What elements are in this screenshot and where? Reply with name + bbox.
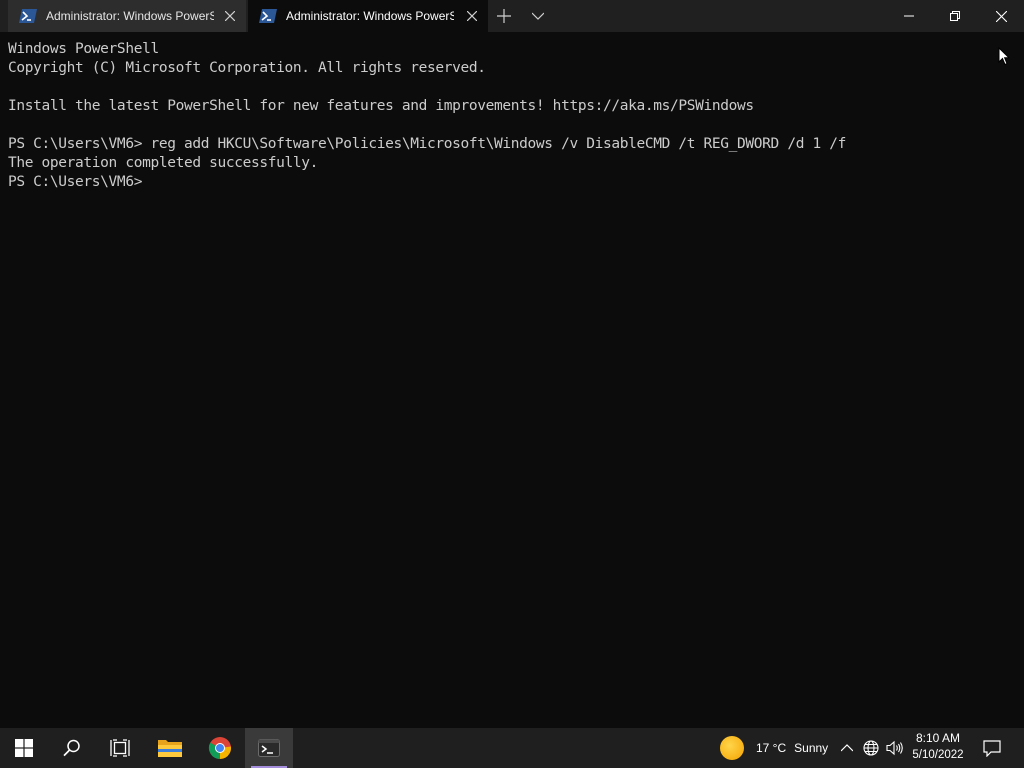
terminal-line: Install the latest PowerShell for new fe… <box>8 98 754 114</box>
powershell-icon <box>259 7 277 25</box>
task-view-icon <box>110 739 130 757</box>
terminal-output[interactable]: Windows PowerShell Copyright (C) Microso… <box>0 32 1024 728</box>
sun-icon <box>720 736 744 760</box>
tab-powershell-1[interactable]: Administrator: Windows PowerS <box>8 0 246 32</box>
chevron-down-icon <box>532 12 544 20</box>
close-window-button[interactable] <box>978 0 1024 32</box>
chrome-icon <box>208 737 231 759</box>
close-tab-icon[interactable] <box>222 8 238 24</box>
minimize-icon <box>904 15 914 17</box>
taskbar: 17 °C Sunny 8:10 AM 5/10/2022 <box>0 728 1024 768</box>
show-hidden-icons-button[interactable] <box>837 738 857 758</box>
speaker-icon <box>886 740 903 756</box>
powershell-icon <box>19 7 37 25</box>
search-button[interactable] <box>48 728 96 768</box>
windows-terminal-button[interactable] <box>245 728 293 768</box>
notification-center-button[interactable] <box>978 736 1006 760</box>
weather-temperature: 17 °C <box>756 741 787 755</box>
minimize-button[interactable] <box>886 0 932 32</box>
tab-dropdown-button[interactable] <box>528 6 548 26</box>
search-icon <box>63 739 80 757</box>
tab-title: Administrator: Windows PowerS <box>46 9 214 23</box>
system-clock[interactable]: 8:10 AM 5/10/2022 <box>908 730 968 766</box>
weather-condition: Sunny <box>794 741 829 755</box>
file-explorer-button[interactable] <box>146 728 194 768</box>
folder-icon <box>158 740 182 757</box>
title-bar: Administrator: Windows PowerS Administra… <box>0 0 1024 32</box>
globe-icon <box>863 740 879 756</box>
terminal-line: PS C:\Users\VM6> reg add HKCU\Software\P… <box>8 136 846 152</box>
start-button[interactable] <box>0 728 48 768</box>
network-button[interactable] <box>861 738 881 758</box>
volume-button[interactable] <box>885 738 905 758</box>
tab-powershell-2[interactable]: Administrator: Windows PowerS <box>248 0 488 32</box>
restore-icon <box>950 11 960 21</box>
chrome-button[interactable] <box>196 728 244 768</box>
terminal-line: The operation completed successfully. <box>8 155 319 171</box>
close-icon <box>995 10 1007 22</box>
weather-widget[interactable]: 17 °C Sunny <box>720 728 828 768</box>
clock-time: 8:10 AM <box>915 731 961 745</box>
terminal-line: Copyright (C) Microsoft Corporation. All… <box>8 60 486 76</box>
terminal-prompt[interactable]: PS C:\Users\VM6> <box>8 173 1016 192</box>
tab-title: Administrator: Windows PowerS <box>286 9 454 23</box>
notification-icon <box>983 739 1001 757</box>
task-view-button[interactable] <box>96 728 144 768</box>
clock-date: 5/10/2022 <box>912 749 964 761</box>
mouse-cursor-icon <box>998 47 1010 66</box>
plus-icon <box>497 9 511 23</box>
windows-logo-icon <box>15 739 33 757</box>
new-tab-button[interactable] <box>494 6 514 26</box>
chevron-up-icon <box>841 744 853 752</box>
restore-button[interactable] <box>932 0 978 32</box>
close-tab-icon[interactable] <box>464 8 480 24</box>
terminal-line: Windows PowerShell <box>8 41 159 57</box>
terminal-icon <box>258 739 280 757</box>
